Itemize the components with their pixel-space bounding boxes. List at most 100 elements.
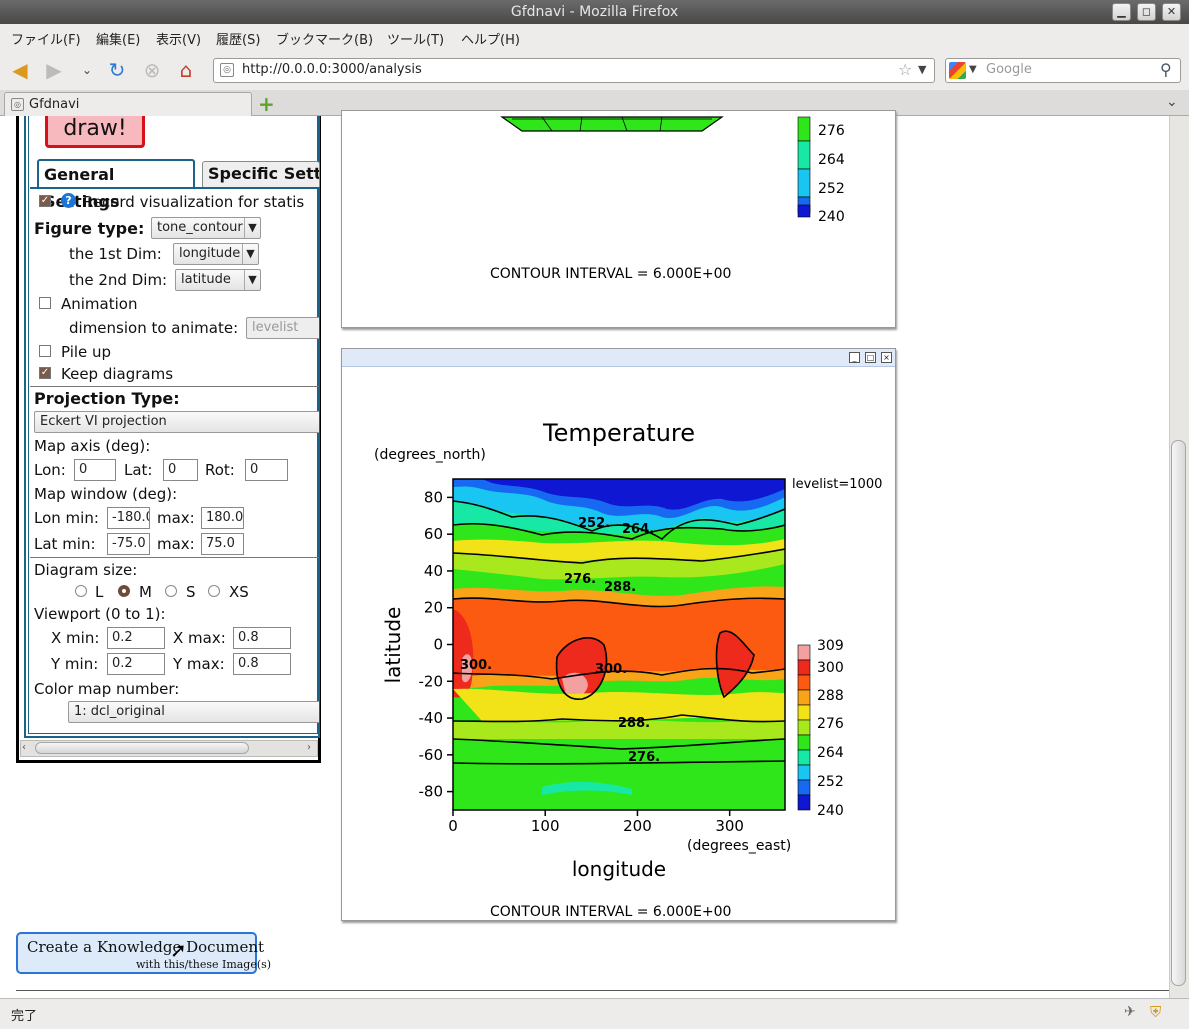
status-bar: 完了 ✈ ⛨ xyxy=(0,998,1189,1029)
menu-help[interactable]: ヘルプ(H) xyxy=(461,29,520,48)
help-icon[interactable]: ? xyxy=(61,193,76,208)
tab-list-icon[interactable]: ⌄ xyxy=(1166,94,1178,110)
scroll-left-icon[interactable]: ‹ xyxy=(22,742,26,753)
panel-clip: ✓ ? Record visualization for statis Figu… xyxy=(0,0,319,760)
lat-input[interactable]: 0 xyxy=(163,459,198,481)
colorbar-tick-label: 264 xyxy=(817,745,844,761)
animation-label: Animation xyxy=(61,295,138,313)
projection-select[interactable]: Eckert VI projection xyxy=(34,411,319,433)
create-knowledge-button[interactable]: Create a Knowledge Document with this/th… xyxy=(16,932,271,974)
colorbar-tick-label: 240 xyxy=(817,803,844,819)
x-units: (degrees_east) xyxy=(687,838,791,854)
y-tick-label: 60 xyxy=(424,525,443,543)
size-radio-s[interactable] xyxy=(165,585,177,597)
dim2-value: latitude xyxy=(181,272,231,287)
chevron-down-icon: ▼ xyxy=(242,244,258,264)
top-legend-tick: 276 xyxy=(818,123,845,139)
colormap-select[interactable]: 1: dcl_original xyxy=(68,701,319,723)
colorbar-segment xyxy=(797,749,811,766)
animate-dim-select[interactable]: levelist xyxy=(246,317,319,339)
footer-rule xyxy=(16,990,1169,991)
y-tick-label: -40 xyxy=(419,709,444,727)
top-colorbar-seg xyxy=(797,116,811,142)
y-axis-label: latitude xyxy=(381,607,405,684)
figure-type-select[interactable]: tone_contour ▼ xyxy=(151,217,261,239)
knowledge-line1: Create a Knowledge Document xyxy=(27,938,265,956)
ymin-input[interactable]: 0.2 xyxy=(107,653,165,675)
latmin-input[interactable]: -75.0 xyxy=(107,533,150,555)
search-icon[interactable]: ⚲ xyxy=(1160,60,1172,79)
chart-annotation: levelist=1000 xyxy=(792,477,882,492)
latmax-input[interactable]: 75.0 xyxy=(201,533,244,555)
xmax-input[interactable]: 0.8 xyxy=(233,627,291,649)
contour-label: 288. xyxy=(604,580,636,595)
contour-label: 288. xyxy=(618,716,650,731)
lon-label: Lon: xyxy=(34,461,66,479)
dim2-label: the 2nd Dim: xyxy=(69,271,168,289)
diagram-size-label: Diagram size: xyxy=(34,561,138,579)
panel-hscroll-thumb[interactable] xyxy=(35,742,249,754)
google-engine-icon[interactable] xyxy=(949,62,966,79)
page-vscroll-thumb[interactable] xyxy=(1171,440,1186,986)
contour-label: 300. xyxy=(460,658,492,673)
url-dropdown-icon[interactable]: ▼ xyxy=(918,63,926,76)
keep-diagrams-label: Keep diagrams xyxy=(61,365,174,383)
plot-window-bottom[interactable]: _ □ × 252. 264. 276. 288. 300. 300. 288.… xyxy=(341,348,896,921)
lonmax-input[interactable]: 180.0 xyxy=(201,507,244,529)
pileup-label: Pile up xyxy=(61,343,112,361)
contour-label: 300. xyxy=(595,662,627,677)
colorbar-tick-label: 252 xyxy=(817,774,844,790)
ymax-input[interactable]: 0.8 xyxy=(233,653,291,675)
knowledge-line2: with this/these Image(s) xyxy=(136,958,272,971)
size-radio-m[interactable] xyxy=(118,585,130,597)
xmin-input[interactable]: 0.2 xyxy=(107,627,165,649)
colorbar-segment xyxy=(797,794,811,811)
record-label: Record visualization for statis xyxy=(83,193,305,211)
search-bar[interactable]: ▼ Google ⚲ xyxy=(945,58,1181,83)
mouse-cursor-icon: ➚ xyxy=(170,938,187,962)
bookmark-star-icon[interactable]: ☆ xyxy=(898,60,912,79)
animation-checkbox[interactable] xyxy=(39,297,51,309)
x-tick-label: 200 xyxy=(623,817,652,835)
keep-diagrams-checkbox[interactable]: ✓ xyxy=(39,367,51,379)
close-icon[interactable]: ✕ xyxy=(1162,3,1181,21)
top-plot-svg: 276 264 252 240 CONTOUR INTERVAL = 6.000… xyxy=(490,116,845,282)
size-label-s: S xyxy=(186,583,196,601)
colormap-label: Color map number: xyxy=(34,680,180,698)
size-radio-l[interactable] xyxy=(75,585,87,597)
record-checkbox[interactable]: ✓ xyxy=(39,195,51,207)
heatmap-field xyxy=(453,479,785,810)
search-placeholder[interactable]: Google xyxy=(986,62,1032,77)
scroll-right-icon[interactable]: › xyxy=(307,742,311,753)
menu-tools[interactable]: ツール(T) xyxy=(387,29,444,48)
dim1-label: the 1st Dim: xyxy=(69,245,162,263)
url-bar[interactable]: ◎ http://0.0.0.0:3000/analysis ☆ ▼ xyxy=(213,58,935,83)
lon-input[interactable]: 0 xyxy=(74,459,116,481)
projection-label: Projection Type: xyxy=(34,389,180,408)
addon-icon[interactable]: ✈ xyxy=(1124,1004,1136,1020)
maximize-icon[interactable]: ◻ xyxy=(1137,3,1156,21)
plot-window-top[interactable]: 276 264 252 240 CONTOUR INTERVAL = 6.000… xyxy=(341,110,896,328)
dim1-value: longitude xyxy=(179,246,241,261)
divider xyxy=(30,557,319,558)
x-tick-label: 0 xyxy=(448,817,458,835)
dim1-select[interactable]: longitude ▼ xyxy=(173,243,259,265)
dim2-select[interactable]: latitude ▼ xyxy=(175,269,261,291)
y-tick-label: 40 xyxy=(424,562,443,580)
y-tick-label: -60 xyxy=(419,746,444,764)
minimize-icon[interactable]: ▁ xyxy=(1112,3,1131,21)
colorbar-segment xyxy=(797,644,811,661)
y-ticks: 80 60 40 20 0 -20 -40 -60 -80 xyxy=(419,488,453,801)
pileup-checkbox[interactable] xyxy=(39,345,51,357)
update-icon[interactable]: ⛨ xyxy=(1150,1003,1161,1021)
colorbar-segment xyxy=(797,764,811,781)
engine-dropdown-icon[interactable]: ▼ xyxy=(969,64,977,75)
colorbar-tick-label: 309 xyxy=(817,638,844,654)
rot-input[interactable]: 0 xyxy=(245,459,288,481)
y-units: (degrees_north) xyxy=(374,447,486,463)
x-axis-label: longitude xyxy=(572,857,666,881)
rot-label: Rot: xyxy=(205,461,235,479)
size-radio-xs[interactable] xyxy=(208,585,220,597)
contour-label: 252. xyxy=(578,516,610,531)
lonmin-input[interactable]: -180.0 xyxy=(107,507,150,529)
